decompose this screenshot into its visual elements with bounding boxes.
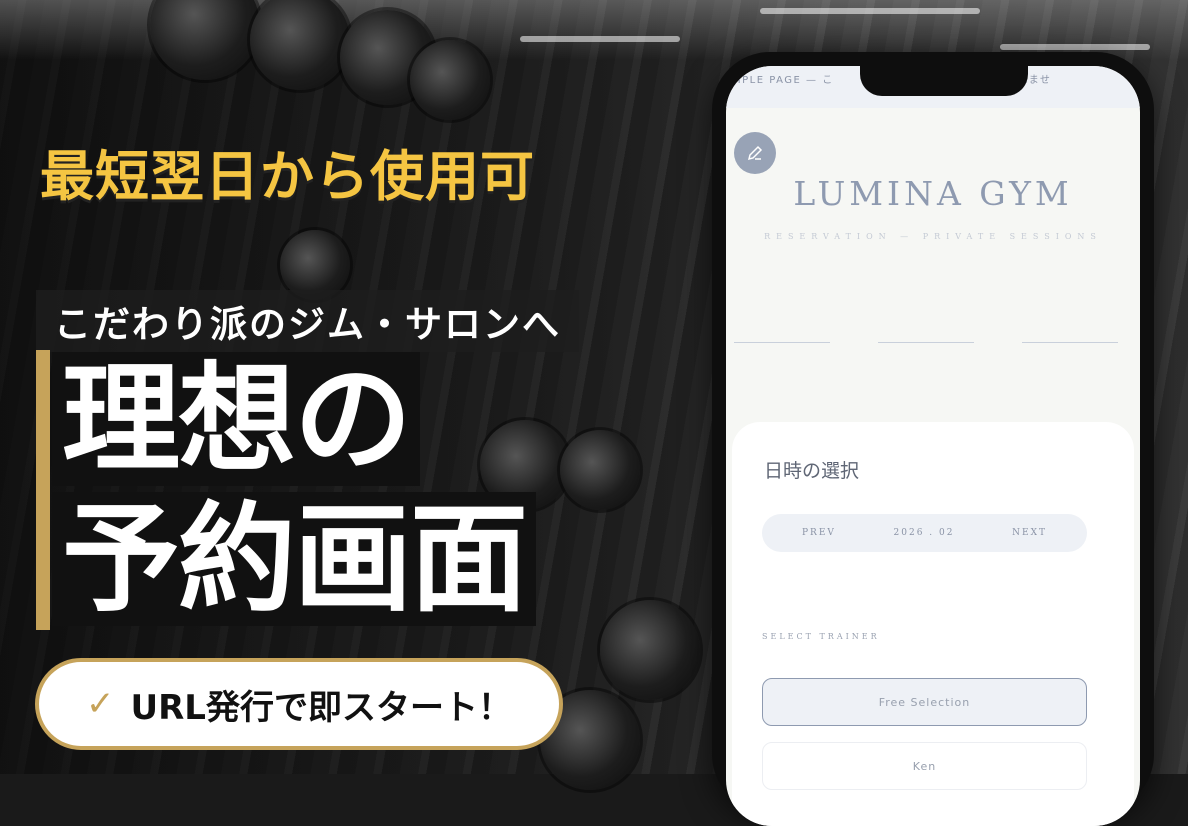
title-line-1: 理想の <box>52 352 421 486</box>
step-indicator <box>878 342 974 343</box>
brand-logo: LUMINA GYM <box>793 174 1073 213</box>
step-indicator <box>734 342 830 343</box>
trainer-option-free[interactable]: Free Selection <box>762 678 1087 726</box>
step-indicator <box>1022 342 1118 343</box>
phone-notch <box>860 66 1028 96</box>
ceiling-light <box>760 8 980 14</box>
booking-card: 日時の選択 PREV 2026 . 02 NEXT SELECT TRAINER… <box>732 422 1134 826</box>
title-line-2: 予約画面 <box>52 492 537 626</box>
dumbbell-plate <box>410 40 490 120</box>
ceiling-light <box>1000 44 1150 50</box>
dumbbell-plate <box>560 430 640 510</box>
brand-tagline: RESERVATION — PRIVATE SESSIONS <box>764 232 1102 241</box>
section-title: 日時の選択 <box>764 460 860 482</box>
gold-accent-bar <box>36 350 50 630</box>
phone-screen: MPLE PAGE — こ の予約は行われませ LUMINA GYM RESER… <box>726 66 1140 826</box>
ceiling-light <box>520 36 680 42</box>
month-navigator: PREV 2026 . 02 NEXT <box>762 514 1087 552</box>
next-button[interactable]: NEXT <box>1012 528 1047 538</box>
headline: 最短翌日から使用可 <box>40 145 535 208</box>
check-icon: ✓ <box>86 684 115 724</box>
subheadline: こだわり派のジム・サロンへ <box>36 290 579 352</box>
trainer-option-ken[interactable]: Ken <box>762 742 1087 790</box>
prev-button[interactable]: PREV <box>802 528 836 538</box>
dumbbell-plate <box>600 600 700 700</box>
cta-text: URL発行で即スタート！ <box>130 687 512 728</box>
phone-mockup: MPLE PAGE — こ の予約は行われませ LUMINA GYM RESER… <box>712 52 1154 826</box>
pencil-icon[interactable] <box>734 132 776 174</box>
cta-pill: ✓ URL発行で即スタート！ <box>35 658 563 750</box>
current-month: 2026 . 02 <box>893 528 955 538</box>
trainer-label: SELECT TRAINER <box>762 632 880 641</box>
